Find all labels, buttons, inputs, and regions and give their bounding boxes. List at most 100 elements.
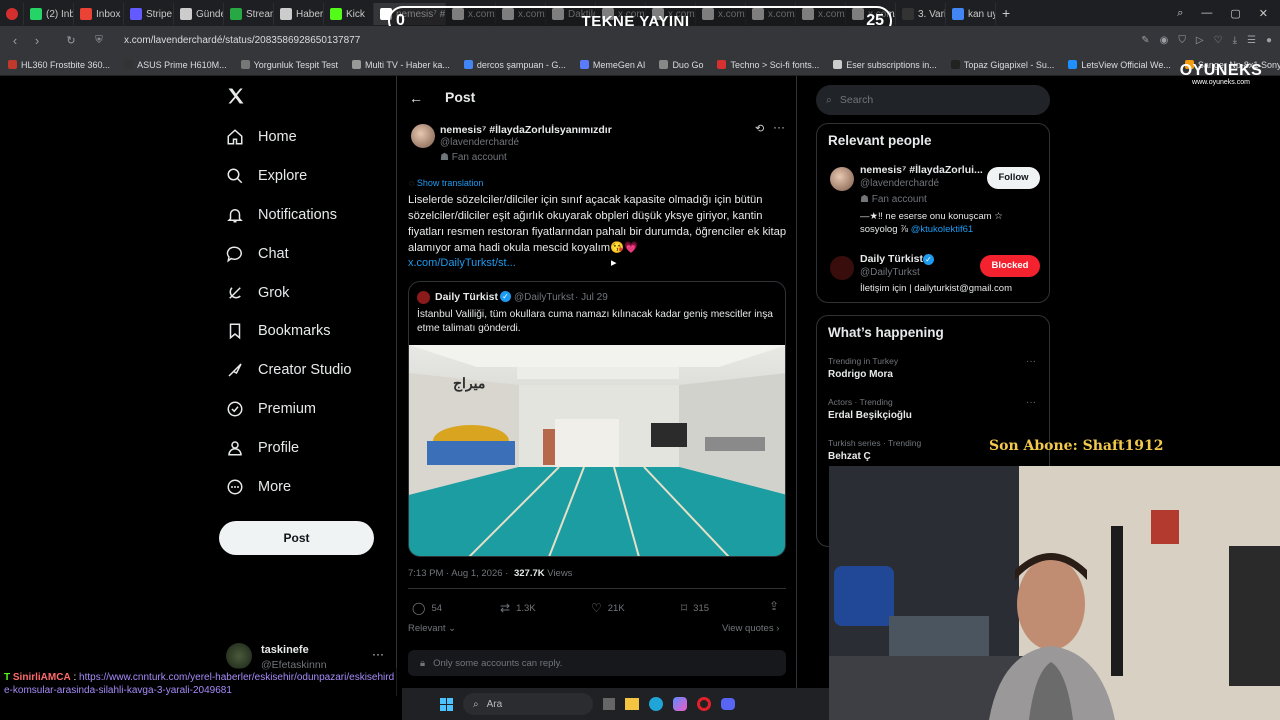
site-info-icon[interactable]: ⛨	[88, 35, 110, 46]
discord-icon[interactable]	[721, 698, 735, 710]
bookmark-action[interactable]: ⌑ 315	[681, 601, 709, 615]
camera-icon[interactable]: ◉	[1160, 35, 1169, 46]
nav-item-notifications[interactable]: Notifications	[226, 206, 337, 224]
bookmark-item[interactable]: Yorgunluk Tespit Test	[240, 60, 338, 70]
translate-icon: ◌	[409, 178, 417, 188]
nav-item-home[interactable]: Home	[226, 128, 297, 146]
x-logo-icon[interactable]	[226, 86, 248, 108]
view-quotes-link[interactable]: View quotes ›	[722, 623, 779, 634]
nav-item-profile[interactable]: Profile	[226, 439, 299, 457]
relevant-people-panel: Relevant people nemesis⁷ #İlaydaZorlui..…	[816, 123, 1050, 303]
bookmark-item[interactable]: Topaz Gigapixel - Su...	[950, 60, 1054, 70]
reply-restriction-notice: 🔒︎ Only some accounts can reply.	[408, 650, 786, 676]
follow-button[interactable]: Follow	[987, 167, 1040, 189]
trend-more-icon[interactable]: ···	[1026, 356, 1036, 367]
quoted-post[interactable]: Daily Türkist ✓ @DailyTurkst · Jul 29 İs…	[408, 281, 786, 557]
show-translation-text: Show translation	[416, 178, 484, 188]
nav-item-chat[interactable]: Chat	[226, 245, 289, 263]
task-view-icon[interactable]	[603, 698, 615, 710]
browser-menu-icon[interactable]	[0, 3, 24, 25]
person-name[interactable]: nemesis⁷ #İlaydaZorlui...	[860, 164, 983, 176]
nav-item-explore[interactable]: Explore	[226, 167, 307, 185]
profile-icon[interactable]: ●	[1266, 35, 1272, 46]
more-icon[interactable]: ···	[773, 120, 785, 134]
bookmark-item[interactable]: Techno > Sci-fi fonts...	[717, 60, 819, 70]
nav-item-premium[interactable]: Premium	[226, 400, 316, 418]
repost-action[interactable]: ⇄ 1.3K	[500, 601, 536, 615]
nav-item-more[interactable]: More	[226, 478, 291, 496]
bookmark-item[interactable]: Multi TV - Haber ka...	[352, 60, 450, 70]
person-avatar[interactable]	[830, 256, 854, 280]
browser-tab[interactable]: kan uyk	[946, 3, 996, 25]
like-action[interactable]: ♡ 21K	[591, 601, 625, 615]
person-name[interactable]: Daily Türkist	[860, 253, 923, 265]
edge-icon[interactable]	[649, 697, 663, 711]
author-handle[interactable]: @lavenderchardé	[440, 137, 519, 148]
menu-icon[interactable]: ☰	[1247, 35, 1256, 46]
nav-item-grok[interactable]: Grok	[226, 284, 289, 302]
bookmark-label: Techno > Sci-fi fonts...	[730, 59, 820, 70]
bookmark-item[interactable]: dercos şampuan - G...	[463, 60, 566, 70]
more-options-icon[interactable]: ···	[372, 647, 384, 661]
post-link[interactable]: x.com/DailyTurkst/st...	[408, 257, 516, 269]
trend-more-icon[interactable]: ···	[1026, 397, 1036, 408]
mouse-cursor: ▸	[611, 257, 617, 269]
search-input[interactable]: Search	[840, 94, 873, 106]
browser-tab[interactable]: Gündem	[174, 3, 224, 25]
heart-icon[interactable]: ♡	[1214, 35, 1223, 46]
show-translation-link[interactable]: ◌ Show translation	[409, 178, 483, 188]
nav-item-creator-studio[interactable]: Creator Studio	[226, 361, 352, 379]
browser-tab[interactable]: (2) Inbox	[24, 3, 74, 25]
file-explorer-icon[interactable]	[625, 698, 639, 710]
start-menu-icon[interactable]	[440, 697, 453, 711]
browser-tab[interactable]: Kick	[324, 3, 374, 25]
post-timestamp[interactable]: 7:13 PM · Aug 1, 2026 ·	[408, 568, 508, 579]
close-window-icon[interactable]: ✕	[1259, 7, 1268, 20]
browser-tab[interactable]: Haber A	[274, 3, 324, 25]
rocket-icon	[226, 361, 244, 379]
reply-action[interactable]: ◯ 54	[412, 601, 442, 615]
post-compose-button[interactable]: Post	[219, 521, 374, 555]
browser-tab[interactable]: Inbox (1	[74, 3, 124, 25]
trend-item[interactable]: Actors · Trending Erdal Beşikçioğlu ···	[828, 397, 1038, 421]
url-field[interactable]: x.com/lavenderchardé/status/208358692865…	[124, 35, 360, 46]
back-icon[interactable]: ‹	[4, 33, 26, 48]
search-bar[interactable]: ⌕ Search	[816, 85, 1050, 115]
share-icon[interactable]: ⇪	[769, 599, 779, 613]
browser-tab[interactable]: Stream	[224, 3, 274, 25]
author-name[interactable]: nemesis⁷ #İlaydaZorluİsyanımızdır	[440, 124, 612, 136]
shield-icon[interactable]: ⛉	[1178, 35, 1186, 46]
minimize-icon[interactable]: —	[1201, 7, 1212, 20]
extension-icon[interactable]: ✎	[1141, 35, 1149, 46]
blocked-button[interactable]: Blocked	[980, 255, 1040, 277]
bookmark-item[interactable]: Duo Go	[659, 60, 703, 70]
nav-item-bookmarks[interactable]: Bookmarks	[226, 322, 331, 340]
trend-item[interactable]: Trending in Turkey Rodrigo Mora ···	[828, 356, 1038, 380]
search-tabs-icon[interactable]: ⌕	[1177, 7, 1183, 20]
browser-tab[interactable]: Stripe E	[124, 3, 174, 25]
author-avatar[interactable]	[411, 124, 435, 148]
forward-icon[interactable]: ›	[26, 33, 48, 48]
copilot-icon[interactable]	[673, 697, 687, 711]
back-arrow-icon[interactable]: ←	[409, 90, 423, 106]
bookmark-item[interactable]: Eser subscriptions in...	[833, 60, 937, 70]
bookmark-item[interactable]: LetsView Official We...	[1068, 60, 1171, 70]
bookmark-item[interactable]: ASUS Prime H610M...	[124, 60, 227, 70]
download-icon[interactable]: ⤓	[1233, 35, 1237, 46]
reload-icon[interactable]: ↻	[60, 34, 82, 47]
sort-relevant-dropdown[interactable]: Relevant ⌄	[408, 623, 456, 634]
player-icon[interactable]: ▷	[1196, 35, 1204, 46]
taskbar-search[interactable]: ⌕ Ara	[463, 693, 593, 715]
bookmark-item[interactable]: MemeGen AI	[579, 60, 645, 70]
maximize-icon[interactable]: ▢	[1230, 7, 1240, 20]
mosque-room-image[interactable]: ميراج	[409, 345, 785, 556]
opera-icon[interactable]	[697, 697, 711, 711]
person-bio-link[interactable]: @ktukolektif61	[911, 224, 973, 235]
person-avatar[interactable]	[830, 167, 854, 191]
bookmark-item[interactable]: HL360 Frostbite 360...	[8, 60, 110, 70]
browser-tab[interactable]: 3. Variab	[896, 3, 946, 25]
home-icon	[226, 128, 244, 146]
bookmarks-bar: HL360 Frostbite 360... ASUS Prime H610M..…	[0, 54, 1280, 76]
grok-icon[interactable]: ⟲	[755, 122, 764, 135]
new-tab-button[interactable]: +	[996, 5, 1016, 21]
